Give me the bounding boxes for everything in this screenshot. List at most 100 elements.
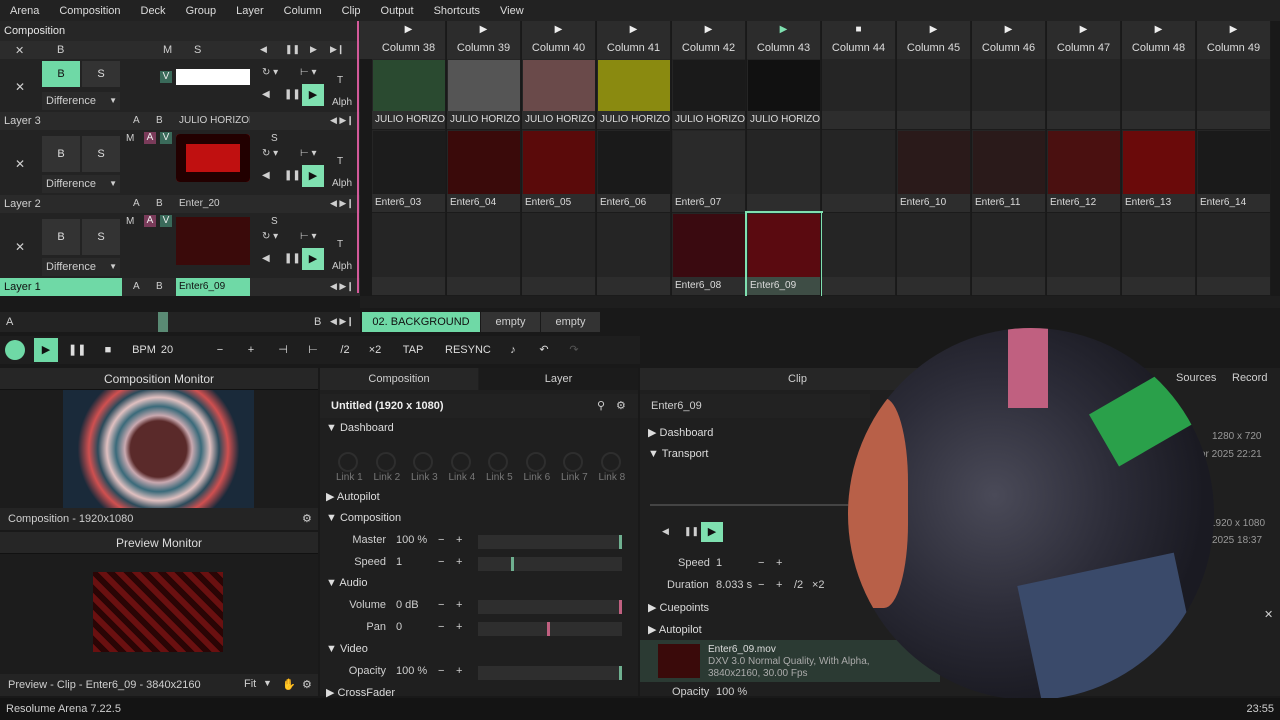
clip-cell[interactable] bbox=[1197, 59, 1271, 130]
column-play-icon[interactable]: ▶ bbox=[447, 21, 520, 39]
clip-cell[interactable] bbox=[822, 59, 896, 130]
column-header[interactable]: ▶ Column 39 bbox=[447, 21, 521, 59]
grid-scrollbar[interactable] bbox=[360, 296, 1280, 308]
dashboard-knob[interactable] bbox=[338, 452, 358, 472]
clip-cell[interactable]: Enter6_13 bbox=[1122, 130, 1196, 213]
bpm-double-button[interactable]: ×2 bbox=[365, 340, 385, 360]
layer-alpha-button[interactable]: Alph bbox=[332, 178, 352, 189]
column-header[interactable]: ▶ Column 48 bbox=[1122, 21, 1196, 59]
layer-a-button[interactable]: A bbox=[144, 132, 156, 144]
layer-bypass-button[interactable]: B bbox=[42, 219, 80, 255]
layer-name[interactable]: Layer 2 bbox=[0, 195, 122, 213]
slider-handle[interactable] bbox=[619, 666, 622, 680]
param-speed-slider[interactable] bbox=[478, 557, 622, 571]
clip-cell[interactable] bbox=[1197, 213, 1271, 296]
gear-icon[interactable]: ⚙ bbox=[616, 399, 626, 412]
gear-icon[interactable]: ⚙ bbox=[302, 678, 312, 691]
layer-nav-icon[interactable]: ◀ ▶❙ bbox=[330, 198, 354, 209]
dashboard-knob[interactable] bbox=[488, 452, 508, 472]
param-opacity-value[interactable]: 100 % bbox=[396, 665, 427, 677]
tap-button[interactable]: TAP bbox=[400, 340, 426, 360]
layer-mute-button[interactable]: M bbox=[126, 133, 134, 144]
clip-cell[interactable]: Enter6_14 bbox=[1197, 130, 1271, 213]
param-master-minus[interactable]: − bbox=[438, 534, 444, 546]
param-volume-plus[interactable]: + bbox=[456, 599, 462, 611]
clip-cell[interactable]: Enter6_12 bbox=[1047, 130, 1121, 213]
layer-t-button[interactable]: T bbox=[337, 156, 343, 167]
layer-alpha-button[interactable]: Alph bbox=[332, 261, 352, 272]
menu-item-output[interactable]: Output bbox=[371, 5, 424, 17]
clip-section-dashboard[interactable]: ▶ Dashboard bbox=[648, 426, 713, 439]
column-header[interactable]: ▶ Column 41 bbox=[597, 21, 671, 59]
column-play-icon[interactable]: ▶ bbox=[1197, 21, 1270, 39]
slider-handle[interactable] bbox=[619, 600, 622, 614]
clip-duration-half[interactable]: /2 bbox=[794, 579, 803, 591]
clip-timeline[interactable] bbox=[650, 504, 850, 506]
clip-cell[interactable]: Enter6_09 bbox=[745, 211, 823, 298]
clip-cell[interactable]: Enter6_08 bbox=[672, 213, 746, 296]
deck-tab-empty-2[interactable]: empty bbox=[541, 312, 600, 332]
column-header[interactable]: ▶ Column 38 bbox=[372, 21, 446, 59]
layer-play-button[interactable]: ▶ bbox=[302, 165, 324, 187]
chevron-down-icon[interactable]: ▼ bbox=[109, 258, 117, 276]
clip-play-button[interactable]: ▶ bbox=[701, 522, 723, 542]
clip-reverse-icon[interactable]: ◀ bbox=[662, 526, 669, 537]
column-header[interactable]: ▶ Column 49 bbox=[1197, 21, 1271, 59]
clip-cell[interactable] bbox=[822, 213, 896, 296]
layer-close-icon[interactable]: ✕ bbox=[15, 157, 25, 171]
clip-cell[interactable] bbox=[897, 213, 971, 296]
layer-transition-icon[interactable]: ⊢ ▾ bbox=[300, 231, 317, 242]
close-icon[interactable]: ✕ bbox=[1264, 608, 1273, 621]
layer-blend-mode-dropdown[interactable]: Difference ▼ bbox=[42, 175, 120, 193]
dashboard-knob[interactable] bbox=[563, 452, 583, 472]
slider-handle[interactable] bbox=[547, 622, 550, 636]
layer-clip-thumbnail[interactable] bbox=[176, 69, 250, 85]
bpm-half-button[interactable]: /2 bbox=[335, 340, 355, 360]
bpm-plus-button[interactable]: + bbox=[243, 340, 259, 360]
layer-clip-thumbnail[interactable] bbox=[176, 217, 250, 265]
layer-deck-b[interactable]: B bbox=[156, 115, 163, 126]
dashboard-knob[interactable] bbox=[600, 452, 621, 472]
clip-cell[interactable]: JULIO HORIZONT... bbox=[597, 59, 671, 130]
column-play-icon[interactable]: ▶ bbox=[372, 21, 445, 39]
layer-alpha-button[interactable]: Alph bbox=[332, 97, 352, 108]
redo-icon[interactable]: ↷ bbox=[566, 340, 582, 360]
nudge-forward-icon[interactable]: ⊢ bbox=[305, 340, 321, 360]
layer-deck-a[interactable]: A bbox=[133, 115, 140, 126]
section-composition[interactable]: ▼ Composition bbox=[326, 512, 401, 524]
clip-cell[interactable]: JULIO HORIZONT... bbox=[672, 59, 746, 130]
layer-a-button[interactable]: A bbox=[144, 215, 156, 227]
section-audio[interactable]: ▼ Audio bbox=[326, 577, 367, 589]
layer-clip-name[interactable]: Enter_20 bbox=[176, 195, 250, 213]
clip-duration-double[interactable]: ×2 bbox=[812, 579, 825, 591]
column-play-icon[interactable]: ▶ bbox=[597, 21, 670, 39]
clip-duration-value[interactable]: 8.033 s bbox=[716, 579, 752, 591]
undo-icon[interactable]: ↶ bbox=[536, 340, 552, 360]
hand-icon[interactable]: ✋ bbox=[282, 678, 296, 691]
clip-cell[interactable]: JULIO HORIZONT... bbox=[747, 59, 821, 130]
layer-clip-name[interactable]: JULIO HORIZONTA... bbox=[176, 112, 250, 130]
bpm-minus-button[interactable]: − bbox=[212, 340, 228, 360]
chevron-down-icon[interactable]: ▼ bbox=[109, 175, 117, 193]
clip-cell[interactable] bbox=[822, 130, 896, 213]
layer-pause-icon[interactable]: ❚❚ bbox=[284, 253, 301, 264]
clip-section-cuepoints[interactable]: ▶ Cuepoints bbox=[648, 601, 709, 614]
menu-item-view[interactable]: View bbox=[490, 5, 534, 17]
layer-deck-a[interactable]: A bbox=[133, 281, 140, 292]
clip-speed-plus[interactable]: + bbox=[776, 557, 782, 569]
layer-mute-button[interactable]: M bbox=[126, 216, 134, 227]
search-icon[interactable]: ⚲ bbox=[597, 399, 605, 412]
clip-cell[interactable] bbox=[522, 213, 596, 296]
clip-cell[interactable]: JULIO HORIZONT... bbox=[522, 59, 596, 130]
param-pan-slider[interactable] bbox=[478, 622, 622, 636]
layer-bypass-button[interactable]: B bbox=[42, 61, 80, 87]
param-speed-plus[interactable]: + bbox=[456, 556, 462, 568]
clip-section-transport[interactable]: ▼ Transport bbox=[648, 448, 708, 460]
pause-button[interactable]: ❚❚ bbox=[68, 340, 86, 360]
layer-loop-icon[interactable]: ↻ ▾ bbox=[262, 148, 278, 159]
layer-clip-thumbnail[interactable] bbox=[176, 134, 250, 182]
section-autopilot[interactable]: ▶ Autopilot bbox=[326, 490, 380, 503]
column-play-icon[interactable]: ▶ bbox=[747, 21, 820, 39]
param-speed-value[interactable]: 1 bbox=[396, 556, 402, 568]
param-pan-value[interactable]: 0 bbox=[396, 621, 402, 633]
